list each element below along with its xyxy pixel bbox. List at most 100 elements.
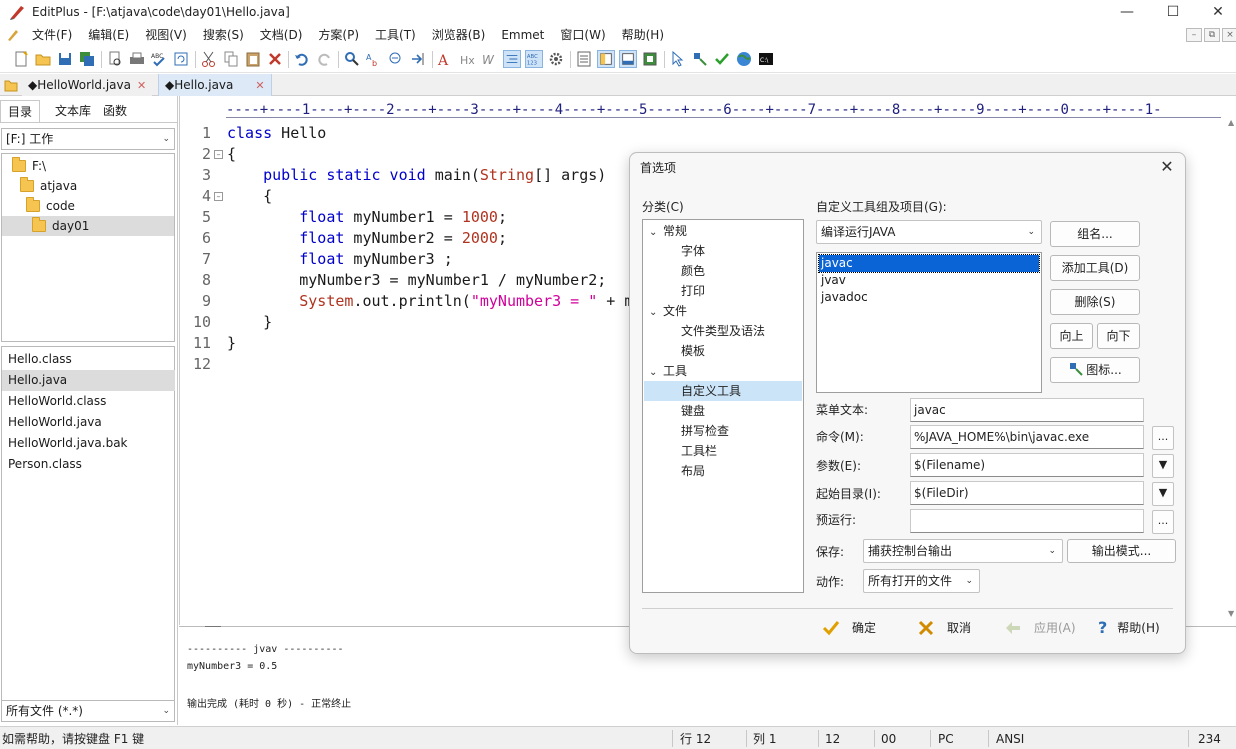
tool-group-select[interactable]: 编译运行JAVA ⌄	[816, 220, 1042, 244]
close-window-button[interactable]: ✕	[1195, 0, 1236, 24]
mdi-minimize-button[interactable]: –	[1186, 28, 1202, 42]
replace-icon[interactable]: Ab	[365, 50, 383, 68]
category-color[interactable]: 颜色	[681, 261, 705, 281]
refresh-icon[interactable]	[172, 50, 190, 68]
find-in-files-icon[interactable]	[387, 50, 405, 68]
list-item[interactable]: HelloWorld.class	[2, 391, 175, 412]
move-down-button[interactable]: 向下	[1097, 323, 1140, 349]
list-item[interactable]: HelloWorld.java.bak	[2, 433, 175, 454]
category-template[interactable]: 模板	[681, 341, 705, 361]
category-filetypes[interactable]: 文件类型及语法	[681, 321, 765, 341]
maximize-button[interactable]: ☐	[1150, 0, 1196, 24]
menu-help[interactable]: 帮助(H)	[614, 24, 672, 46]
category-font[interactable]: 字体	[681, 241, 705, 261]
mdi-close-button[interactable]: ×	[1222, 28, 1236, 42]
file-filter-select[interactable]: 所有文件 (*.*) ⌄	[1, 700, 175, 722]
category-toolbar[interactable]: 工具栏	[681, 441, 717, 461]
save-mode-select[interactable]: 捕获控制台输出 ⌄	[863, 539, 1063, 563]
menu-window[interactable]: 窗口(W)	[552, 24, 613, 46]
category-file[interactable]: ⌄ 文件	[649, 301, 687, 321]
status-line-ending[interactable]: PC	[938, 730, 954, 748]
tree-item-code[interactable]: code	[26, 196, 75, 216]
dialog-close-button[interactable]: ✕	[1157, 157, 1177, 177]
drive-select[interactable]: [F:] 工作 ⌄	[1, 128, 175, 150]
indent-icon[interactable]	[503, 50, 521, 68]
menu-document[interactable]: 文档(D)	[252, 24, 311, 46]
print-icon[interactable]	[128, 50, 146, 68]
menu-emmet[interactable]: Emmet	[493, 24, 552, 46]
list-item[interactable]: Person.class	[2, 454, 175, 475]
find-icon[interactable]	[343, 50, 361, 68]
copy-icon[interactable]	[222, 50, 240, 68]
tree-item-drive-f[interactable]: F:\	[12, 156, 46, 176]
list-item[interactable]: Hello.java	[2, 370, 175, 391]
tab-cliptext[interactable]: 文本库	[48, 100, 98, 122]
document-list-icon[interactable]	[575, 50, 593, 68]
action-select[interactable]: 所有打开的文件 ⌄	[863, 569, 980, 593]
cut-icon[interactable]	[200, 50, 218, 68]
goto-line-icon[interactable]	[409, 50, 427, 68]
tool-item-javac[interactable]: javac	[818, 254, 1040, 273]
tab-close-icon[interactable]: ✕	[137, 79, 146, 92]
tool-item-jvav[interactable]: jvav	[819, 272, 1039, 289]
cancel-button[interactable]: 取消	[917, 615, 971, 641]
menu-tools[interactable]: 工具(T)	[367, 24, 424, 46]
save-icon[interactable]	[56, 50, 74, 68]
category-print[interactable]: 打印	[681, 281, 705, 301]
undo-icon[interactable]	[293, 50, 311, 68]
redo-icon[interactable]	[315, 50, 333, 68]
output-window-icon[interactable]	[619, 50, 637, 68]
args-field[interactable]: $(Filename)	[910, 453, 1144, 477]
settings-gear-icon[interactable]	[547, 50, 565, 68]
fullscreen-icon[interactable]	[641, 50, 659, 68]
tab-functions[interactable]: 函数	[96, 100, 134, 122]
save-all-icon[interactable]	[78, 50, 96, 68]
print-preview-icon[interactable]	[106, 50, 124, 68]
delete-tool-button[interactable]: 删除(S)	[1050, 289, 1140, 315]
console-icon[interactable]: C:\	[757, 50, 775, 68]
pointer-icon[interactable]	[669, 50, 687, 68]
ok-button[interactable]: 确定	[822, 615, 876, 641]
user-tool-icon[interactable]	[691, 50, 709, 68]
category-general[interactable]: ⌄ 常规	[649, 221, 687, 241]
category-keyboard[interactable]: 键盘	[681, 401, 705, 421]
column-select-icon[interactable]: ABC123	[525, 50, 543, 68]
command-browse-button[interactable]: ...	[1152, 426, 1174, 450]
tool-item-javadoc[interactable]: javadoc	[819, 289, 1039, 306]
category-user-tools[interactable]: 自定义工具	[644, 381, 802, 401]
add-tool-button[interactable]: 添加工具(D)	[1050, 255, 1140, 281]
icon-button[interactable]: 图标...	[1050, 357, 1140, 383]
tab-helloworld-java[interactable]: ◆HelloWorld.java ✕	[22, 74, 153, 96]
menu-browser[interactable]: 浏览器(B)	[424, 24, 494, 46]
output-mode-button[interactable]: 输出模式...	[1067, 539, 1176, 563]
tree-item-day01[interactable]: day01	[2, 216, 174, 236]
category-spellcheck[interactable]: 拼写检查	[681, 421, 729, 441]
tree-item-atjava[interactable]: atjava	[20, 176, 77, 196]
category-tools[interactable]: ⌄ 工具	[649, 361, 687, 381]
menu-file[interactable]: 文件(F)	[24, 24, 80, 46]
move-up-button[interactable]: 向上	[1050, 323, 1093, 349]
directory-window-icon[interactable]	[597, 50, 615, 68]
open-folder-icon[interactable]	[34, 50, 52, 68]
folder-icon[interactable]	[4, 78, 18, 92]
browser-globe-icon[interactable]	[735, 50, 753, 68]
paste-icon[interactable]	[244, 50, 262, 68]
apply-button[interactable]: 应用(A)	[1004, 615, 1076, 641]
list-item[interactable]: HelloWorld.java	[2, 412, 175, 433]
group-name-button[interactable]: 组名...	[1050, 221, 1140, 247]
fold-toggle-icon[interactable]: –	[214, 150, 223, 159]
start-dir-field[interactable]: $(FileDir)	[910, 481, 1144, 505]
category-layout[interactable]: 布局	[681, 461, 705, 481]
tab-hello-java[interactable]: ◆Hello.java ✕	[158, 74, 272, 96]
menu-view[interactable]: 视图(V)	[137, 24, 195, 46]
new-file-icon[interactable]	[12, 50, 30, 68]
fold-toggle-icon[interactable]: –	[214, 192, 223, 201]
minimize-button[interactable]: —	[1104, 0, 1150, 24]
delete-icon[interactable]	[266, 50, 284, 68]
args-menu-button[interactable]: ▼	[1152, 454, 1174, 478]
help-button[interactable]: ? 帮助(H)	[1098, 615, 1160, 641]
list-item[interactable]: Hello.class	[2, 349, 175, 370]
menu-project[interactable]: 方案(P)	[310, 24, 367, 46]
html-toolbar-icon[interactable]: Hx	[459, 50, 477, 68]
menu-edit[interactable]: 编辑(E)	[80, 24, 137, 46]
